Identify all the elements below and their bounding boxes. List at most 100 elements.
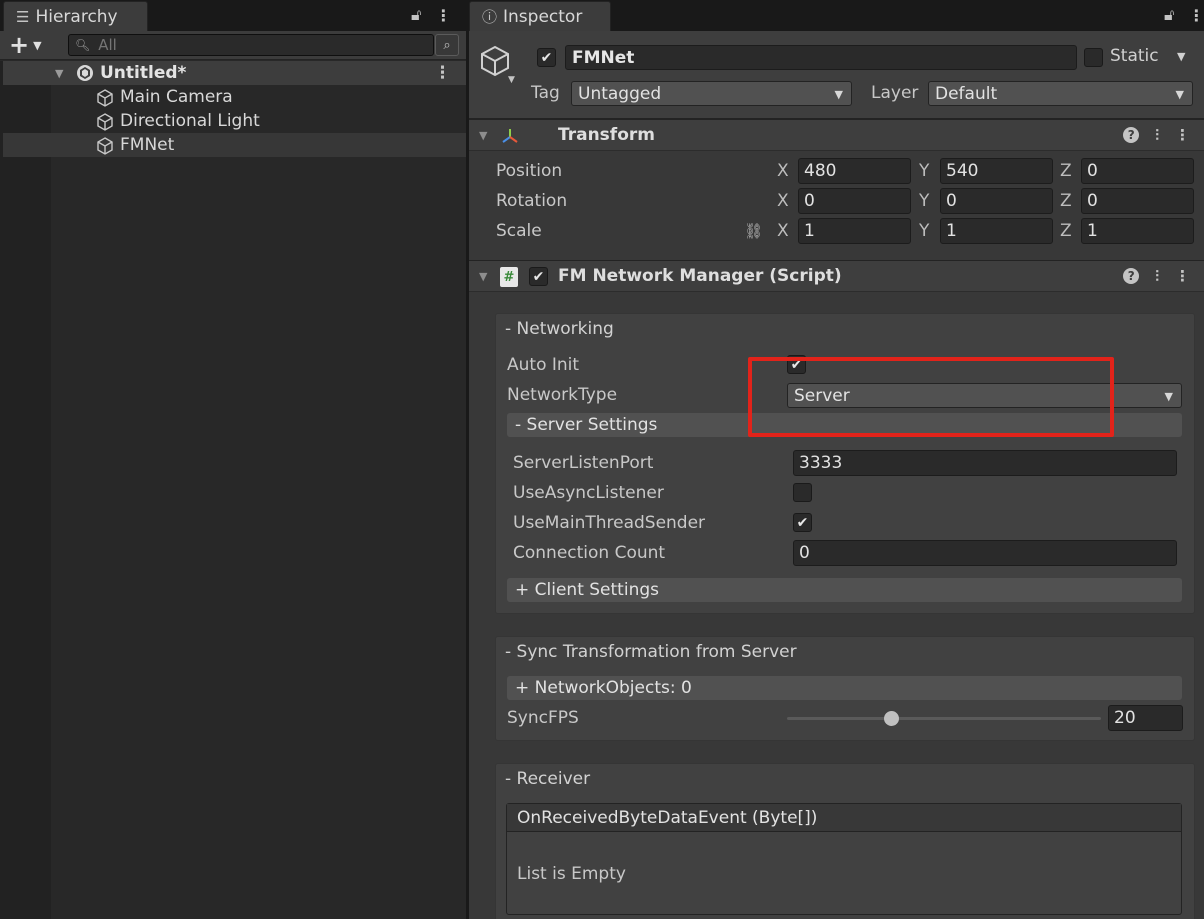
sync-fps-label: SyncFPS xyxy=(507,708,579,728)
axis-x-label: X xyxy=(777,221,789,241)
event-empty-text: List is Empty xyxy=(517,864,626,884)
check-icon: ✔ xyxy=(796,514,809,531)
layer-label: Layer xyxy=(871,83,919,103)
scene-menu-icon[interactable]: ⋮ xyxy=(434,63,451,83)
static-chevron-icon[interactable]: ▼ xyxy=(1177,50,1185,63)
transform-header[interactable]: ▼ Transform ? ⫶ ⋮ xyxy=(469,119,1204,151)
rotation-x-field[interactable]: 0 xyxy=(798,188,911,214)
async-listener-checkbox[interactable] xyxy=(793,483,812,502)
sync-header[interactable]: - Sync Transformation from Server xyxy=(505,642,797,662)
layer-dropdown[interactable]: Default ▼ xyxy=(928,81,1193,106)
object-name-field[interactable]: FMNet xyxy=(565,45,1077,70)
transform-tools: ? ⫶ ⋮ xyxy=(1123,126,1190,144)
main-thread-sender-checkbox[interactable]: ✔ xyxy=(793,513,812,532)
listen-port-value: 3333 xyxy=(799,453,843,473)
constrain-proportions-icon[interactable]: ⛓︎ xyxy=(744,222,763,240)
fold-arrow-icon[interactable]: ▼ xyxy=(55,67,63,80)
help-icon[interactable]: ? xyxy=(1123,268,1140,284)
hierarchy-item-label: FMNet xyxy=(120,135,175,155)
rotation-x-value: 0 xyxy=(804,191,815,211)
axis-z-label: Z xyxy=(1060,221,1072,241)
kebab-menu-icon[interactable]: ⋮ xyxy=(435,6,451,25)
scale-z-field[interactable]: 1 xyxy=(1081,218,1194,244)
event-title: OnReceivedByteDataEvent (Byte[]) xyxy=(507,804,1181,832)
scale-z-value: 1 xyxy=(1087,221,1098,241)
icon-picker-chevron-icon[interactable]: ▼ xyxy=(508,75,515,85)
component-menu-icon[interactable]: ⋮ xyxy=(1175,267,1190,285)
search-icon: 🔍︎ xyxy=(75,38,91,52)
help-icon[interactable]: ? xyxy=(1123,127,1140,143)
lock-icon[interactable]: 🔓︎ xyxy=(1164,5,1174,25)
layer-value: Default xyxy=(935,83,998,104)
transform-title: Transform xyxy=(558,125,655,145)
sync-fps-slider-handle[interactable] xyxy=(883,711,899,726)
sync-fps-field[interactable]: 20 xyxy=(1108,705,1183,731)
lock-icon[interactable]: 🔓︎ xyxy=(411,5,421,25)
tab-inspector[interactable]: ⓘ Inspector xyxy=(469,1,611,31)
rotation-z-field[interactable]: 0 xyxy=(1081,188,1194,214)
plus-icon: + xyxy=(9,31,30,59)
listen-port-field[interactable]: 3333 xyxy=(793,450,1177,476)
hierarchy-item[interactable]: Directional Light xyxy=(3,109,466,133)
sync-fps-slider-track[interactable] xyxy=(787,717,1101,720)
search-input[interactable] xyxy=(98,36,419,54)
connection-count-field[interactable]: 0 xyxy=(793,540,1177,566)
client-settings-foldout[interactable]: + Client Settings xyxy=(507,578,1182,602)
gameobject-cube-icon xyxy=(97,137,113,155)
network-objects-foldout[interactable]: + NetworkObjects: 0 xyxy=(507,676,1182,700)
static-checkbox[interactable] xyxy=(1084,48,1103,67)
connection-count-label: Connection Count xyxy=(513,543,666,563)
position-z-value: 0 xyxy=(1087,161,1098,181)
hierarchy-item[interactable]: Main Camera xyxy=(3,85,466,109)
rotation-y-value: 0 xyxy=(946,191,957,211)
gameobject-cube-icon xyxy=(97,89,113,107)
scale-label: Scale xyxy=(496,221,542,241)
axis-z-label: Z xyxy=(1060,191,1072,211)
presets-icon[interactable]: ⫶ xyxy=(1155,267,1159,285)
tab-inspector-label: Inspector xyxy=(503,6,583,27)
connection-count-value: 0 xyxy=(799,543,810,563)
position-y-field[interactable]: 540 xyxy=(940,158,1053,184)
scale-y-field[interactable]: 1 xyxy=(940,218,1053,244)
object-name-value: FMNet xyxy=(572,47,635,68)
hierarchy-toolbar: + ▼ 🔍︎ ⌕ xyxy=(0,31,466,60)
tab-hierarchy[interactable]: ☰ Hierarchy xyxy=(3,1,148,31)
check-icon: ✔ xyxy=(540,49,553,66)
rotation-label: Rotation xyxy=(496,191,568,211)
position-z-field[interactable]: 0 xyxy=(1081,158,1194,184)
gameobject-icon[interactable] xyxy=(477,43,513,79)
check-icon: ✔ xyxy=(532,268,545,285)
receiver-header[interactable]: - Receiver xyxy=(505,769,590,789)
transform-icon xyxy=(502,129,518,143)
unity-scene-icon xyxy=(77,65,93,81)
create-button[interactable]: + ▼ xyxy=(9,31,51,59)
search-by-type-button[interactable]: ⌕ xyxy=(435,34,459,56)
script-enabled-checkbox[interactable]: ✔ xyxy=(529,267,548,286)
script-tools: ? ⫶ ⋮ xyxy=(1123,267,1190,285)
script-title: FM Network Manager (Script) xyxy=(558,266,842,286)
sync-fps-value: 20 xyxy=(1114,708,1136,728)
event-title-label: OnReceivedByteDataEvent (Byte[]) xyxy=(517,807,818,828)
presets-icon[interactable]: ⫶ xyxy=(1155,126,1159,144)
active-checkbox[interactable]: ✔ xyxy=(537,48,556,67)
scene-row[interactable]: ▼ Untitled* ⋮ xyxy=(3,61,466,85)
static-label: Static xyxy=(1110,46,1159,66)
position-x-field[interactable]: 480 xyxy=(798,158,911,184)
networking-header[interactable]: - Networking xyxy=(505,319,614,339)
list-icon: ☰ xyxy=(16,7,30,26)
listen-port-label: ServerListenPort xyxy=(513,453,654,473)
fold-arrow-icon[interactable]: ▼ xyxy=(479,270,487,283)
hierarchy-search[interactable]: 🔍︎ xyxy=(68,34,434,56)
info-icon: ⓘ xyxy=(482,8,498,26)
component-menu-icon[interactable]: ⋮ xyxy=(1175,126,1190,144)
scale-x-field[interactable]: 1 xyxy=(798,218,911,244)
kebab-menu-icon[interactable]: ⋮ xyxy=(1188,6,1204,25)
received-byte-event: OnReceivedByteDataEvent (Byte[]) List is… xyxy=(506,803,1182,915)
hierarchy-item-selected[interactable]: FMNet xyxy=(3,133,466,157)
chevron-down-icon: ▼ xyxy=(834,88,843,101)
client-settings-label: + Client Settings xyxy=(515,580,659,600)
rotation-y-field[interactable]: 0 xyxy=(940,188,1053,214)
tag-dropdown[interactable]: Untagged ▼ xyxy=(571,81,852,106)
script-component-header[interactable]: ▼ # ✔ FM Network Manager (Script) ? ⫶ ⋮ xyxy=(469,260,1204,292)
fold-arrow-icon[interactable]: ▼ xyxy=(479,129,487,142)
